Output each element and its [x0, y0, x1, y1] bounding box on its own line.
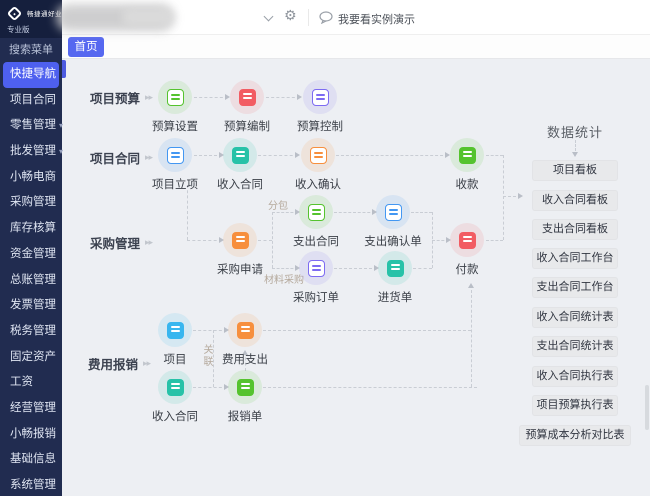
lock-icon [450, 138, 484, 172]
stats-button-income-board[interactable]: 收入合同看板 [532, 190, 618, 211]
budget-sheet-icon [230, 80, 264, 114]
connector [263, 387, 477, 388]
sidebar-item-inventory[interactable]: 库存核算 [0, 216, 62, 242]
contract-icon [299, 195, 333, 229]
node-expense-confirm-slip[interactable]: 支出确认单 [361, 195, 425, 249]
stats-button-expense-stats[interactable]: 支出合同统计表 [532, 336, 618, 357]
divider [308, 9, 309, 26]
node-project-initiate[interactable]: 项目立项 [143, 138, 207, 192]
confirm-doc-icon [301, 138, 335, 172]
stats-button-expense-workbench[interactable]: 支出合同工作台 [532, 277, 618, 298]
chevron-down-icon[interactable] [264, 12, 274, 22]
expense-doc-icon [228, 313, 262, 347]
connector [503, 196, 521, 197]
sidebar-item-fixed-assets[interactable]: 固定资产 [0, 345, 62, 371]
connector [503, 155, 504, 240]
connector [432, 212, 433, 268]
section-purchase-mgmt: 采购管理▸▸ [90, 233, 152, 252]
sidebar-menu: 快捷导航 项目合同 零售管理▾ 批发管理▾ 小畅电商 采购管理 库存核算 资金管… [0, 62, 62, 496]
stats-button-income-workbench[interactable]: 收入合同工作台 [532, 248, 618, 269]
brand-logo-icon [7, 6, 23, 22]
node-goods-receipt[interactable]: 进货单 [363, 251, 427, 305]
node-budget-setup[interactable]: 预算设置 [143, 80, 207, 134]
stats-panel-title: 数据统计 [535, 122, 615, 141]
scrollbar-track[interactable] [645, 59, 650, 496]
connector [272, 212, 273, 268]
node-project[interactable]: 项目 [143, 313, 207, 367]
contract-icon [223, 138, 257, 172]
sidebar-item-quick-nav[interactable]: 快捷导航 [3, 62, 59, 88]
connector [187, 185, 188, 240]
sidebar-item-reimburse[interactable]: 小畅报销 [0, 422, 62, 448]
caret-down-icon: ▾ [59, 147, 63, 156]
project-doc-icon [158, 313, 192, 347]
node-expense-spend[interactable]: 费用支出 [213, 313, 277, 367]
contract-icon [158, 370, 192, 404]
document-gear-icon [158, 80, 192, 114]
sidebar-item-ledger[interactable]: 总账管理 [0, 268, 62, 294]
order-doc-icon [299, 251, 333, 285]
sidebar-item-basic-info[interactable]: 基础信息 [0, 447, 62, 473]
node-payment[interactable]: 付款 [435, 223, 499, 277]
wallet-icon [450, 223, 484, 257]
node-purchase-request[interactable]: 采购申请 [208, 223, 272, 277]
caret-down-icon: ▾ [59, 121, 63, 130]
connector [263, 330, 471, 331]
stats-button-income-exec[interactable]: 收入合同执行表 [532, 366, 618, 387]
connector [471, 285, 472, 387]
node-reimburse-slip[interactable]: 报销单 [213, 370, 277, 424]
node-income-contract-2[interactable]: 收入合同 [143, 370, 207, 424]
redacted-company-name [122, 8, 174, 26]
stats-button-project-board[interactable]: 项目看板 [532, 160, 618, 181]
connector [575, 140, 576, 155]
app-window: 畅捷通好业财 专业版 搜索菜单 快捷导航 项目合同 零售管理▾ 批发管理▾ 小畅… [0, 0, 650, 496]
demo-link[interactable]: 我要看实例演示 [338, 11, 415, 27]
node-budget-control[interactable]: 预算控制 [288, 80, 352, 134]
stats-button-expense-board[interactable]: 支出合同看板 [532, 219, 618, 240]
sidebar-item-purchase[interactable]: 采购管理 [0, 190, 62, 216]
sidebar-item-ecommerce[interactable]: 小畅电商 [0, 165, 62, 191]
section-expense-reimburse: 费用报销▸▸ [88, 354, 150, 373]
node-budget-compile[interactable]: 预算编制 [215, 80, 279, 134]
project-doc-icon [158, 138, 192, 172]
gear-icon[interactable]: ⚙ [284, 8, 297, 24]
reimburse-doc-icon [228, 370, 262, 404]
edition-label: 专业版 [7, 24, 30, 35]
stats-button-budget-exec[interactable]: 项目预算执行表 [532, 395, 618, 416]
sidebar-scrollbar-thumb[interactable] [62, 60, 66, 78]
node-purchase-order[interactable]: 采购订单 [284, 251, 348, 305]
sidebar-item-funds[interactable]: 资金管理 [0, 242, 62, 268]
sidebar: 畅捷通好业财 专业版 搜索菜单 快捷导航 项目合同 零售管理▾ 批发管理▾ 小畅… [0, 0, 62, 496]
sidebar-item-retail[interactable]: 零售管理▾ [0, 113, 62, 139]
sidebar-item-project-contract[interactable]: 项目合同 [0, 88, 62, 114]
tab-bar: 首页 [62, 35, 650, 59]
node-expense-contract[interactable]: 支出合同 [284, 195, 348, 249]
sidebar-item-system[interactable]: 系统管理 [0, 473, 62, 496]
receipt-doc-icon [378, 251, 412, 285]
sidebar-item-invoice[interactable]: 发票管理 [0, 293, 62, 319]
connector [336, 155, 448, 156]
node-income-confirm[interactable]: 收入确认 [286, 138, 350, 192]
logo-block: 畅捷通好业财 专业版 [0, 0, 62, 38]
chat-bubble-icon [319, 11, 334, 29]
tab-home[interactable]: 首页 [68, 37, 104, 57]
document-icon [303, 80, 337, 114]
sidebar-item-tax[interactable]: 税务管理 [0, 319, 62, 345]
sidebar-item-operation[interactable]: 经营管理 [0, 396, 62, 422]
request-doc-icon [223, 223, 257, 257]
section-arrow-icon: ▸▸ [145, 237, 152, 248]
node-collection[interactable]: 收款 [435, 138, 499, 192]
stats-button-budget-cost-compare[interactable]: 预算成本分析对比表 [519, 425, 631, 446]
node-income-contract[interactable]: 收入合同 [208, 138, 272, 192]
sidebar-item-wholesale[interactable]: 批发管理▾ [0, 139, 62, 165]
stats-button-income-stats[interactable]: 收入合同统计表 [532, 307, 618, 328]
search-menu-button[interactable]: 搜索菜单 [0, 38, 62, 62]
confirm-doc-icon [376, 195, 410, 229]
scrollbar-thumb[interactable] [645, 385, 649, 430]
sidebar-item-salary[interactable]: 工资 [0, 370, 62, 396]
